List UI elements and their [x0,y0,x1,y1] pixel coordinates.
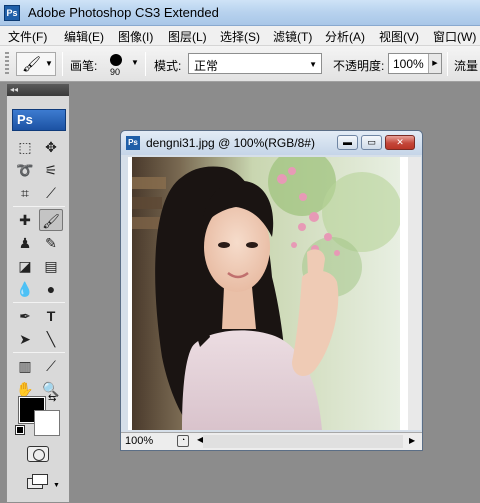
app-title: Adobe Photoshop CS3 Extended [28,5,219,20]
status-info-icon[interactable]: ◔ [177,435,189,447]
menu-bar: 文件(F) 编辑(E) 图像(I) 图层(L) 选择(S) 滤镜(T) 分析(A… [0,26,480,46]
document-status-bar: 100% ◔ ◀ ▶ [121,432,422,450]
opacity-field[interactable]: 100% ▶ [388,53,442,74]
history-brush-tool-icon[interactable]: ✎ [39,232,63,254]
menu-image[interactable]: 图像(I) [118,28,153,45]
menu-layer[interactable]: 图层(L) [168,28,207,45]
clone-stamp-tool-icon[interactable]: ♟ [13,232,37,254]
zoom-level-field[interactable]: 100% [125,435,153,447]
document-title-bar[interactable]: Ps dengni31.jpg @ 100%(RGB/8#) ▬ ▭ ✕ [121,131,422,155]
photoshop-app-icon: Ps [4,5,20,21]
menu-view[interactable]: 视图(V) [379,28,419,45]
document-canvas[interactable] [128,157,414,430]
brush-label: 画笔: [70,59,98,73]
divider [13,206,65,207]
photoshop-logo[interactable]: Ps [12,109,66,131]
brush-tool-icon[interactable]: 🖌 [39,209,63,231]
options-bar: 🖌 ▼ 画笔: 90 ▼ 模式: 正常 ▼ 不透明度: 100% ▶ 流量 [0,46,480,82]
brush-size-value: 90 [110,67,121,77]
quick-mask-button[interactable] [27,446,49,462]
close-button[interactable]: ✕ [385,135,415,150]
minimize-button[interactable]: ▬ [337,135,358,150]
default-colors-icon[interactable] [15,425,25,435]
maximize-button[interactable]: ▭ [361,135,382,150]
eraser-tool-icon[interactable]: ◪ [13,255,37,277]
healing-brush-tool-icon[interactable]: ✚ [13,209,37,231]
tool-preset-picker[interactable]: 🖌 ▼ [16,52,56,76]
scroll-right-arrow-icon[interactable]: ▶ [409,436,415,445]
swap-colors-icon[interactable]: ⇆ [48,393,56,404]
type-tool-icon[interactable]: T [39,305,63,327]
divider [13,352,65,353]
lasso-tool-icon[interactable]: ➰ [13,159,37,181]
magic-wand-tool-icon[interactable]: ⚟ [39,159,63,181]
menu-edit[interactable]: 编辑(E) [64,28,104,45]
path-selection-tool-icon[interactable]: ➤ [13,328,37,350]
collapse-icon[interactable]: ◂◂ [10,85,18,94]
document-window: Ps dengni31.jpg @ 100%(RGB/8#) ▬ ▭ ✕ 100… [120,130,423,451]
app-title-bar: Ps Adobe Photoshop CS3 Extended [0,0,480,26]
flow-label: 流量 [454,59,479,73]
menu-file[interactable]: 文件(F) [8,28,47,45]
options-bar-grip[interactable] [5,52,9,76]
brush-preview[interactable] [110,54,122,66]
line-tool-icon[interactable]: ╲ [39,328,63,350]
menu-window[interactable]: 窗口(W) [433,28,476,45]
screen-mode-button[interactable] [27,474,49,490]
dodge-tool-icon[interactable]: ● [39,278,63,300]
crop-tool-icon[interactable]: ⌗ [13,182,37,204]
chevron-down-icon: ▼ [309,60,317,69]
opacity-slider-arrow-icon[interactable]: ▶ [428,54,441,73]
opacity-value: 100% [393,57,424,71]
menu-select[interactable]: 选择(S) [220,28,260,45]
tools-panel: ◂◂ Ps ⬚ ✥ ➰ ⚟ ⌗ ⟋ ✚ 🖌 ♟ ✎ ◪ ▤ 💧 ● ✒ T ➤ … [6,83,70,503]
pen-tool-icon[interactable]: ✒ [13,305,37,327]
move-tool-icon[interactable]: ✥ [39,136,63,158]
divider [13,302,65,303]
divider [145,52,146,76]
tools-panel-header[interactable]: ◂◂ [7,84,69,96]
background-color-swatch[interactable] [34,410,60,436]
mode-select[interactable]: 正常 ▼ [188,53,322,74]
brush-tool-icon: 🖌 [22,56,42,73]
opacity-label: 不透明度: [333,59,385,73]
eyedropper-tool-icon[interactable]: ⟋ [39,355,63,377]
gradient-tool-icon[interactable]: ▤ [39,255,63,277]
divider [447,52,448,76]
mode-label: 模式: [154,59,182,73]
brush-picker-chevron-icon[interactable]: ▼ [131,58,139,67]
marquee-tool-icon[interactable]: ⬚ [13,136,37,158]
slice-tool-icon[interactable]: ⟋ [39,182,63,204]
chevron-down-icon[interactable]: ▼ [53,482,60,489]
vertical-scrollbar[interactable] [408,157,421,430]
blur-tool-icon[interactable]: 💧 [13,278,37,300]
menu-analysis[interactable]: 分析(A) [325,28,365,45]
ps-document-icon: Ps [126,136,140,150]
menu-filter[interactable]: 滤镜(T) [273,28,312,45]
notes-tool-icon[interactable]: ▥ [13,355,37,377]
divider [62,52,63,76]
horizontal-scrollbar[interactable] [203,435,403,448]
chevron-down-icon: ▼ [45,59,53,68]
document-title: dengni31.jpg @ 100%(RGB/8#) [146,136,315,150]
mode-value: 正常 [194,59,219,73]
photo-image [132,157,400,430]
